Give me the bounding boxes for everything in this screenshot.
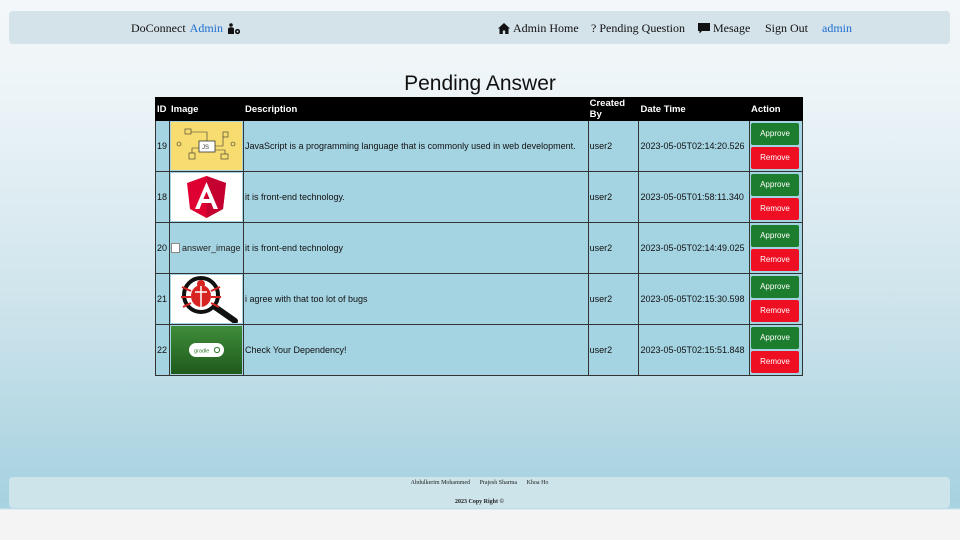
cell-created-by: user2	[587, 222, 640, 274]
table-row: 22 gradle Check Your Dependency! user2 2…	[155, 324, 803, 376]
brand-accent: Admin	[189, 21, 223, 35]
cell-action: Approve Remove	[749, 273, 803, 325]
cell-action: Approve Remove	[749, 324, 803, 376]
footer-authors: Abdulkerim Mohammed Prajesh Sharma Khoa …	[9, 480, 950, 486]
footer: Abdulkerim Mohammed Prajesh Sharma Khoa …	[9, 477, 950, 508]
angular-logo-image	[170, 173, 242, 221]
nav-admin-user-label: admin	[822, 21, 852, 35]
table-row: 18 it is front-end technology. user2 202…	[155, 171, 803, 223]
column-header-id: ID	[155, 97, 170, 121]
admin-user-gear-icon	[228, 22, 241, 34]
remove-button[interactable]: Remove	[751, 351, 799, 373]
gradle-badge-text: gradle	[194, 349, 209, 355]
cell-date-time: 2023-05-05T02:15:51.848	[638, 324, 750, 376]
cell-created-by: user2	[587, 171, 640, 223]
cell-id: 20	[155, 222, 170, 274]
approve-button[interactable]: Approve	[751, 276, 799, 298]
cell-date-time: 2023-05-05T02:14:20.526	[638, 120, 750, 172]
broken-image-placeholder: answer_image	[170, 243, 242, 253]
table-row: 19 JS JavaScript is a programming langua…	[155, 120, 803, 172]
dependency-badge-image: gradle	[170, 326, 242, 374]
home-icon	[498, 23, 510, 34]
javascript-diagram-image: JS	[170, 122, 242, 170]
cell-date-time: 2023-05-05T01:58:11.340	[638, 171, 750, 223]
cell-id: 21	[155, 273, 170, 325]
footer-author: Khoa Ho	[526, 480, 549, 486]
cell-created-by: user2	[587, 324, 640, 376]
footer-author: Prajesh Sharma	[479, 480, 518, 486]
cell-created-by: user2	[587, 273, 640, 325]
column-header-image: Image	[168, 97, 244, 121]
approve-button[interactable]: Approve	[751, 225, 799, 247]
broken-image-icon	[170, 243, 180, 253]
brand[interactable]: DoConnect Admin	[131, 21, 241, 36]
nav-pending-question[interactable]: ? Pending Question	[591, 21, 685, 36]
cell-date-time: 2023-05-05T02:15:30.598	[638, 273, 750, 325]
pending-answers-table: ID Image Description Created By Date Tim…	[155, 97, 803, 376]
footer-copyright: 2023 Copy Right ©	[455, 499, 504, 505]
approve-button[interactable]: Approve	[751, 174, 799, 196]
approve-button[interactable]: Approve	[751, 327, 799, 349]
message-icon	[698, 23, 710, 34]
cell-date-time: 2023-05-05T02:14:49.025	[638, 222, 750, 274]
nav-sign-out-label: Sign Out	[765, 21, 809, 35]
cell-id: 18	[155, 171, 170, 223]
footer-author: Abdulkerim Mohammed	[410, 480, 471, 486]
cell-image	[168, 171, 244, 223]
cell-action: Approve Remove	[749, 120, 803, 172]
table-row: 20 answer_image it is front-end technolo…	[155, 222, 803, 274]
column-header-date-time: Date Time	[638, 97, 750, 121]
cell-image: JS	[168, 120, 244, 172]
cell-description: Check Your Dependency!	[242, 324, 589, 376]
nav-admin-user[interactable]: admin	[822, 21, 852, 36]
table-header-row: ID Image Description Created By Date Tim…	[155, 97, 803, 121]
remove-button[interactable]: Remove	[751, 300, 799, 322]
navbar: DoConnect Admin Admin Home ? Pending Que…	[9, 11, 950, 44]
nav-message[interactable]: Mesage	[698, 21, 750, 36]
remove-button[interactable]: Remove	[751, 198, 799, 220]
cell-created-by: user2	[587, 120, 640, 172]
nav-pending-question-label: ? Pending Question	[591, 21, 685, 35]
cell-image	[168, 273, 244, 325]
page-title: Pending Answer	[404, 72, 556, 95]
column-header-created-by: Created By	[587, 97, 640, 121]
table-row: 21 i agree with that too lot of bugs use…	[155, 273, 803, 325]
nav-admin-home-label: Admin Home	[513, 21, 579, 35]
nav-sign-out[interactable]: Sign Out	[765, 21, 808, 36]
approve-button[interactable]: Approve	[751, 123, 799, 145]
cell-image: gradle	[168, 324, 244, 376]
cell-description: it is front-end technology	[242, 222, 589, 274]
cell-image: answer_image	[168, 222, 244, 274]
broken-image-alt-text: answer_image	[181, 243, 241, 253]
svg-text:JS: JS	[202, 145, 209, 151]
column-header-description: Description	[242, 97, 589, 121]
remove-button[interactable]: Remove	[751, 249, 799, 271]
cell-description: i agree with that too lot of bugs	[242, 273, 589, 325]
cell-action: Approve Remove	[749, 171, 803, 223]
cell-description: JavaScript is a programming language tha…	[242, 120, 589, 172]
cell-description: it is front-end technology.	[242, 171, 589, 223]
cell-id: 19	[155, 120, 170, 172]
bug-magnifier-image	[170, 275, 242, 323]
remove-button[interactable]: Remove	[751, 147, 799, 169]
brand-name: DoConnect	[131, 21, 186, 35]
nav-admin-home[interactable]: Admin Home	[498, 21, 579, 36]
cell-action: Approve Remove	[749, 222, 803, 274]
nav-message-label: Mesage	[713, 21, 751, 35]
cell-id: 22	[155, 324, 170, 376]
column-header-action: Action	[749, 97, 803, 121]
